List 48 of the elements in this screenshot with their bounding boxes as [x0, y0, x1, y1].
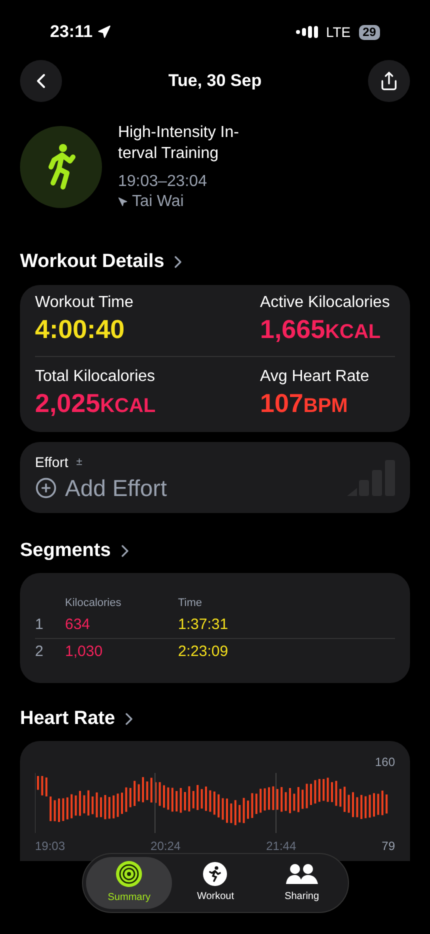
segment-kilocalories: 634	[65, 614, 92, 634]
workout-details-link[interactable]: Workout Details	[0, 248, 208, 276]
axis-label: 21:44	[266, 839, 296, 853]
workout-time-range: 19:03–23:04	[118, 172, 208, 192]
effort-label: Effort	[35, 452, 68, 472]
battery-level: 29	[358, 24, 380, 40]
effort-card[interactable]: Effort ± Add Effort	[20, 442, 410, 512]
share-button[interactable]	[368, 60, 410, 102]
metric-label: Active Kilocalories	[260, 292, 391, 312]
metric-label: Avg Heart Rate	[260, 366, 370, 386]
metric-label: Workout Time	[35, 292, 134, 312]
share-icon	[379, 71, 399, 91]
column-header: Kilocalories	[65, 596, 122, 611]
metric-value: 4:00:40	[35, 312, 126, 344]
status-time: 23:11	[50, 21, 93, 44]
workout-location: Tai Wai	[132, 192, 184, 212]
segment-time: 2:23:09	[178, 642, 230, 662]
back-button[interactable]	[20, 60, 62, 102]
segment-number: 1	[35, 614, 44, 634]
runner-icon	[203, 862, 228, 886]
axis-label: 160	[374, 754, 395, 771]
column-header: Time	[178, 596, 204, 611]
add-icon	[35, 476, 57, 498]
rings-icon	[116, 861, 142, 887]
heart-rate-link[interactable]: Heart Rate	[0, 704, 160, 733]
axis-label: 19:03	[35, 839, 66, 853]
people-icon	[286, 862, 318, 886]
signal-icon	[296, 26, 318, 38]
network-label: LTE	[326, 22, 351, 42]
metric-label: Total Kilocalories	[35, 366, 156, 386]
tab[interactable]: Sharing	[258, 857, 345, 909]
workout-name: High-Intensity In- terval Training	[118, 123, 239, 164]
effort-symbol: ±	[76, 454, 82, 470]
metric-value: 107BPM	[260, 386, 349, 420]
tab[interactable]: Summary	[86, 857, 172, 909]
tab[interactable]: Workout	[172, 857, 259, 909]
axis-label: 79	[382, 838, 395, 855]
location-icon	[118, 197, 128, 207]
nav-title: Tue, 30 Sep	[168, 70, 262, 92]
metric-value: 1,665KCAL	[260, 312, 382, 346]
add-effort-label: Add Effort	[65, 474, 167, 502]
segment-number: 2	[35, 642, 44, 662]
segments-link[interactable]: Segments	[0, 536, 155, 565]
metric-value: 2,025KCAL	[35, 386, 157, 420]
segment-kilocalories: 1,030	[65, 642, 104, 662]
segment-time: 1:37:31	[178, 614, 230, 634]
axis-label: 20:24	[150, 839, 181, 853]
location-icon	[96, 25, 111, 39]
